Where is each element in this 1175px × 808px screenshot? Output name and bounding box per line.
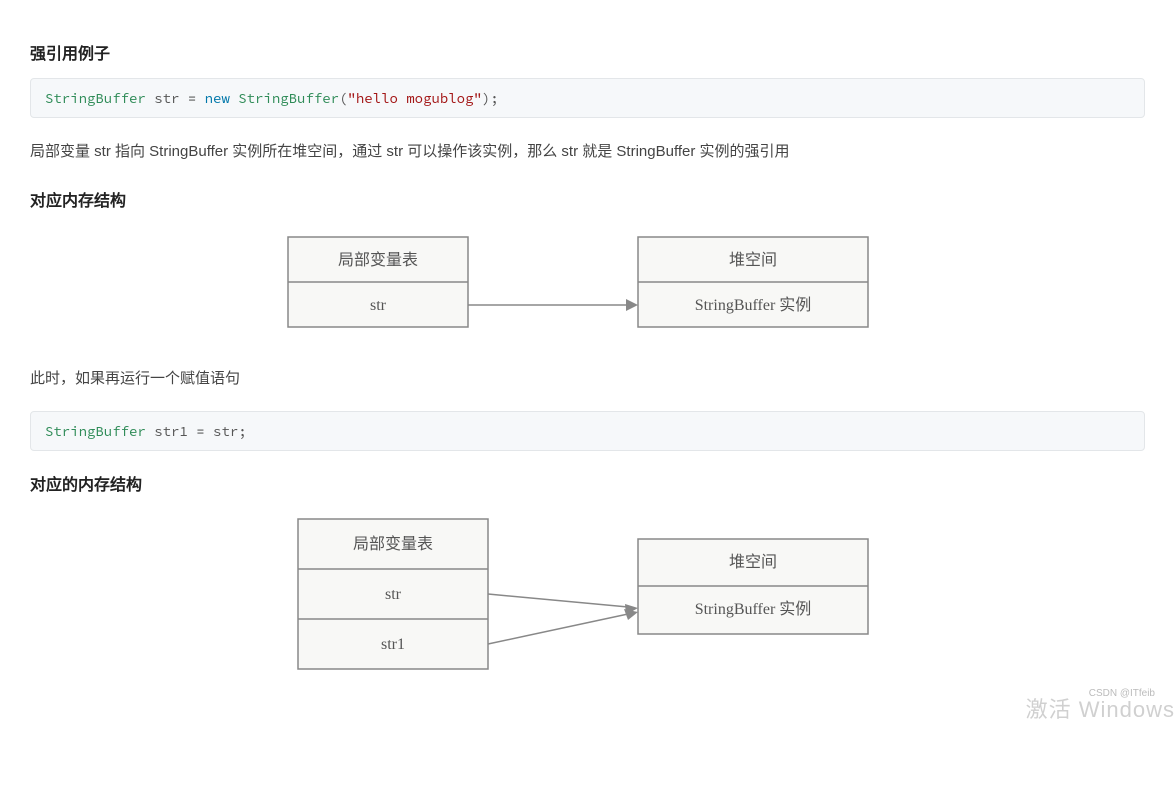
diagram2-right-cell: StringBuffer 实例 bbox=[694, 600, 811, 618]
paragraph-explain-2: 此时，如果再运行一个赋值语句 bbox=[30, 365, 1145, 394]
diagram-1: 局部变量表 str 堆空间 StringBuffer 实例 bbox=[30, 225, 1145, 345]
heading-strong-ref-example: 强引用例子 bbox=[30, 40, 1145, 64]
code-token-var: str bbox=[154, 89, 179, 107]
heading-memory-structure-2: 对应的内存结构 bbox=[30, 471, 1145, 495]
code-token-class: StringBuffer bbox=[238, 89, 339, 107]
code-block-1: StringBuffer str = new StringBuffer("hel… bbox=[30, 78, 1145, 118]
diagram1-right-header: 堆空间 bbox=[728, 251, 776, 269]
paragraph-explain-1: 局部变量 str 指向 StringBuffer 实例所在堆空间，通过 str … bbox=[30, 138, 1145, 167]
code-block-2: StringBuffer str1 = str; bbox=[30, 411, 1145, 451]
diagram2-right-header: 堆空间 bbox=[728, 553, 776, 571]
code-token-var: str1 bbox=[154, 422, 188, 440]
diagram1-right-cell: StringBuffer 实例 bbox=[694, 296, 811, 314]
code-token-eq: = bbox=[196, 422, 204, 440]
diagram2-left-cell2: str1 bbox=[381, 636, 405, 653]
diagram1-left-header: 局部变量表 bbox=[337, 251, 417, 269]
code-token-eq: = bbox=[188, 89, 196, 107]
code-token-class: StringBuffer bbox=[45, 89, 146, 107]
diagram2-left-header: 局部变量表 bbox=[352, 535, 432, 553]
code-token-string: "hello mogublog" bbox=[347, 89, 481, 107]
heading-memory-structure-1: 对应内存结构 bbox=[30, 187, 1145, 211]
code-token-class: StringBuffer bbox=[45, 422, 146, 440]
code-token-keyword: new bbox=[205, 89, 230, 107]
code-token-rhs: str; bbox=[213, 422, 247, 440]
code-token-paren: ); bbox=[482, 89, 499, 107]
activate-windows-watermark: 激活 Windows bbox=[1026, 692, 1175, 724]
diagram1-left-cell: str bbox=[370, 297, 387, 314]
diagram-2: 局部变量表 str str1 堆空间 StringBuffer 实例 bbox=[30, 509, 1145, 689]
diagram2-left-cell1: str bbox=[385, 586, 402, 603]
